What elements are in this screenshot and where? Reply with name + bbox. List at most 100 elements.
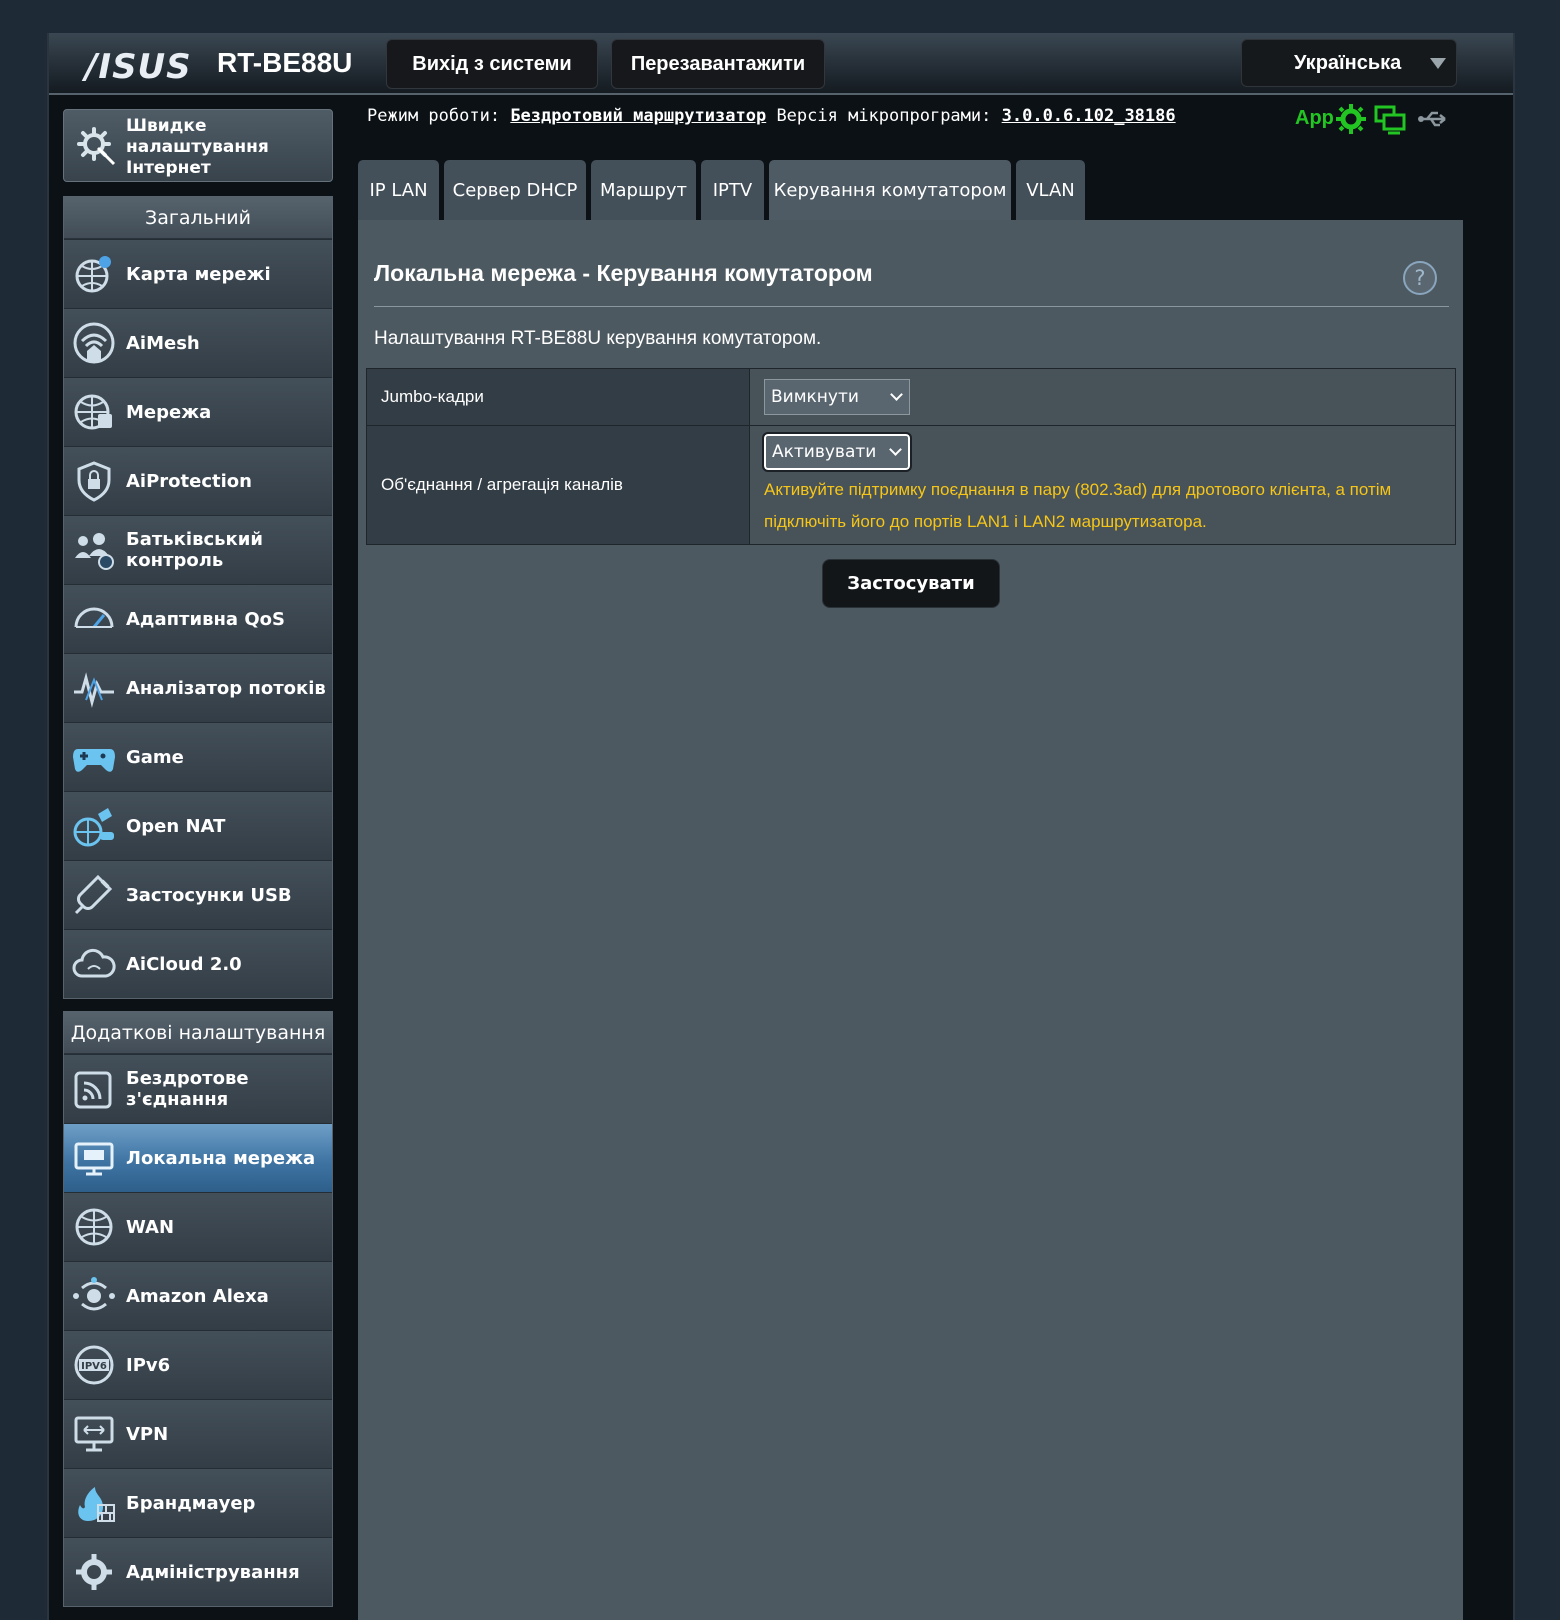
quick-setup-label: Швидке налаштування Інтернет xyxy=(126,116,269,178)
sidebar-item-lan[interactable]: Локальна мережа xyxy=(64,1123,332,1192)
chevron-down-icon xyxy=(890,388,903,401)
settings-table: Jumbo-кадри Вимкнути Об'єднання / агрега… xyxy=(366,368,1456,545)
gear-icon xyxy=(76,1554,112,1590)
language-value: Українська xyxy=(1294,51,1402,74)
sidebar-item-label: VPN xyxy=(126,1423,169,1445)
sidebar-item-label: Мережа xyxy=(126,401,212,423)
link-aggregation-hint: Активуйте підтримку поєднання в пару (80… xyxy=(764,474,1441,538)
sidebar-item-label: Застосунки USB xyxy=(126,884,292,906)
jumbo-frames-label: Jumbo-кадри xyxy=(366,368,750,426)
sidebar-item-label: Карта мережі xyxy=(126,263,271,285)
client-devices-icon[interactable] xyxy=(1374,103,1408,135)
tab-ip-lan[interactable]: IP LAN xyxy=(358,160,439,220)
sidebar-item-amazon-alexa[interactable]: Amazon Alexa xyxy=(64,1261,332,1330)
aimesh-icon xyxy=(73,322,115,364)
sidebar-item-open-nat[interactable]: Open NAT xyxy=(64,791,332,860)
sidebar-item-label: Open NAT xyxy=(126,815,226,837)
logout-button[interactable]: Вихід з системи xyxy=(386,39,598,89)
dropdown-arrow-icon xyxy=(1430,58,1446,69)
tab-vlan[interactable]: VLAN xyxy=(1016,160,1085,220)
apply-button[interactable]: Застосувати xyxy=(822,559,1000,608)
mode-label: Режим роботи: xyxy=(367,106,501,126)
usb-status-icon[interactable] xyxy=(1417,103,1451,135)
alexa-icon xyxy=(73,1277,115,1311)
chevron-down-icon xyxy=(889,443,902,456)
quick-internet-setup[interactable]: Швидке налаштування Інтернет xyxy=(63,109,333,182)
page-description: Налаштування RT-BE88U керування комутато… xyxy=(374,328,822,349)
sidebar-item-wireless[interactable]: Бездротове з'єднання xyxy=(64,1054,332,1123)
firewall-icon xyxy=(78,1487,115,1522)
firmware-version-link[interactable]: 3.0.0.6.102_38186 xyxy=(1002,106,1176,126)
sidebar-item-game[interactable]: Game xyxy=(64,722,332,791)
link-aggregation-row: Об'єднання / агрегація каналів Активуват… xyxy=(366,425,1456,545)
reboot-button[interactable]: Перезавантажити xyxy=(611,39,825,89)
sidebar-item-aiprotection[interactable]: AiProtection xyxy=(64,446,332,515)
sidebar-item-parental-control[interactable]: Батьківський контроль xyxy=(64,515,332,584)
jumbo-frames-value: Вимкнути xyxy=(771,387,859,407)
network-map-icon xyxy=(75,256,111,293)
sidebar-item-aimesh[interactable]: AiMesh xyxy=(64,308,332,377)
sidebar-item-label: Локальна мережа xyxy=(126,1147,316,1169)
sidebar-item-label: Адаптивна QoS xyxy=(126,608,285,630)
link-aggregation-select[interactable]: Активувати xyxy=(762,432,912,472)
model-name: RT-BE88U xyxy=(217,47,353,78)
router-admin-window: /ISUS RT-BE88U Вихід з системи Перезаван… xyxy=(47,33,1515,1620)
sidebar-item-label: AiProtection xyxy=(126,470,252,492)
lan-icon xyxy=(74,1142,114,1176)
tab-switch-control[interactable]: Керування комутатором xyxy=(769,160,1011,220)
traffic-analyzer-icon xyxy=(74,672,114,708)
top-bar: /ISUS RT-BE88U Вихід з системи Перезаван… xyxy=(49,33,1513,95)
ipv6-icon: IPV6 xyxy=(74,1345,114,1385)
wizard-gear-icon xyxy=(77,127,116,166)
link-aggregation-cell: Активувати Активуйте підтримку поєднання… xyxy=(749,425,1456,545)
sidebar-item-label: Бездротове з'єднання xyxy=(126,1068,249,1110)
sidebar-item-vpn[interactable]: VPN xyxy=(64,1399,332,1468)
advanced-menu: Додаткові налаштування Бездротове з'єдна… xyxy=(63,1011,333,1607)
link-aggregation-value: Активувати xyxy=(772,442,877,462)
jumbo-frames-select[interactable]: Вимкнути xyxy=(764,379,910,415)
sidebar-item-usb-applications[interactable]: Застосунки USB xyxy=(64,860,332,929)
open-nat-icon xyxy=(73,808,114,847)
sidebar-item-label: AiCloud 2.0 xyxy=(126,953,242,975)
sidebar-item-wan[interactable]: WAN xyxy=(64,1192,332,1261)
operation-mode-link[interactable]: Бездротовий маршрутизатор xyxy=(510,106,766,126)
help-icon[interactable]: ? xyxy=(1403,261,1437,295)
asus-logo: /ISUS xyxy=(85,47,192,87)
cloud-icon xyxy=(72,948,116,978)
language-select[interactable]: Українська xyxy=(1241,39,1457,87)
sidebar-item-network-map[interactable]: Карта мережі xyxy=(64,239,332,308)
hint-line-1: Активуйте підтримку поєднання в пару (80… xyxy=(764,480,1392,499)
sidebar-item-label: Адміністрування xyxy=(126,1561,300,1583)
tab-route[interactable]: Маршрут xyxy=(591,160,696,220)
sidebar-item-label: AiMesh xyxy=(126,332,200,354)
gamepad-icon xyxy=(73,749,115,772)
tab-iptv[interactable]: IPTV xyxy=(701,160,764,220)
sidebar-item-ipv6[interactable]: IPV6 IPv6 xyxy=(64,1330,332,1399)
tab-dhcp-server[interactable]: Сервер DHCP xyxy=(444,160,586,220)
title-divider xyxy=(374,306,1449,307)
globe-icon xyxy=(75,1208,113,1246)
general-menu: Загальний Карта мережі AiMesh Мережа AiP… xyxy=(63,196,333,999)
advanced-menu-title: Додаткові налаштування xyxy=(64,1012,332,1054)
wireless-icon xyxy=(74,1071,112,1109)
sidebar-item-traffic-analyzer[interactable]: Аналізатор потоків xyxy=(64,653,332,722)
sidebar-item-label: Батьківський контроль xyxy=(126,529,263,571)
general-menu-title: Загальний xyxy=(64,197,332,239)
usb-icon xyxy=(74,874,113,915)
sidebar-item-administration[interactable]: Адміністрування xyxy=(64,1537,332,1606)
jumbo-frames-cell: Вимкнути xyxy=(749,368,1456,426)
gear-status-icon[interactable] xyxy=(1334,103,1368,135)
sidebar-item-adaptive-qos[interactable]: Адаптивна QoS xyxy=(64,584,332,653)
sidebar-item-label: Аналізатор потоків xyxy=(126,677,326,699)
link-aggregation-label: Об'єднання / агрегація каналів xyxy=(366,425,750,545)
status-line: Режим роботи: Бездротовий маршрутизатор … xyxy=(367,106,1176,126)
firmware-label: Версія мікропрограми: xyxy=(776,106,992,126)
jumbo-frames-row: Jumbo-кадри Вимкнути xyxy=(366,368,1456,426)
parental-control-icon xyxy=(75,533,114,570)
sidebar-item-network[interactable]: Мережа xyxy=(64,377,332,446)
sidebar-item-firewall[interactable]: Брандмауер xyxy=(64,1468,332,1537)
sidebar-item-label: IPv6 xyxy=(126,1354,171,1376)
svg-text:IPV6: IPV6 xyxy=(81,1361,107,1372)
sidebar-item-aicloud[interactable]: AiCloud 2.0 xyxy=(64,929,332,998)
app-link[interactable]: App xyxy=(1295,107,1334,130)
